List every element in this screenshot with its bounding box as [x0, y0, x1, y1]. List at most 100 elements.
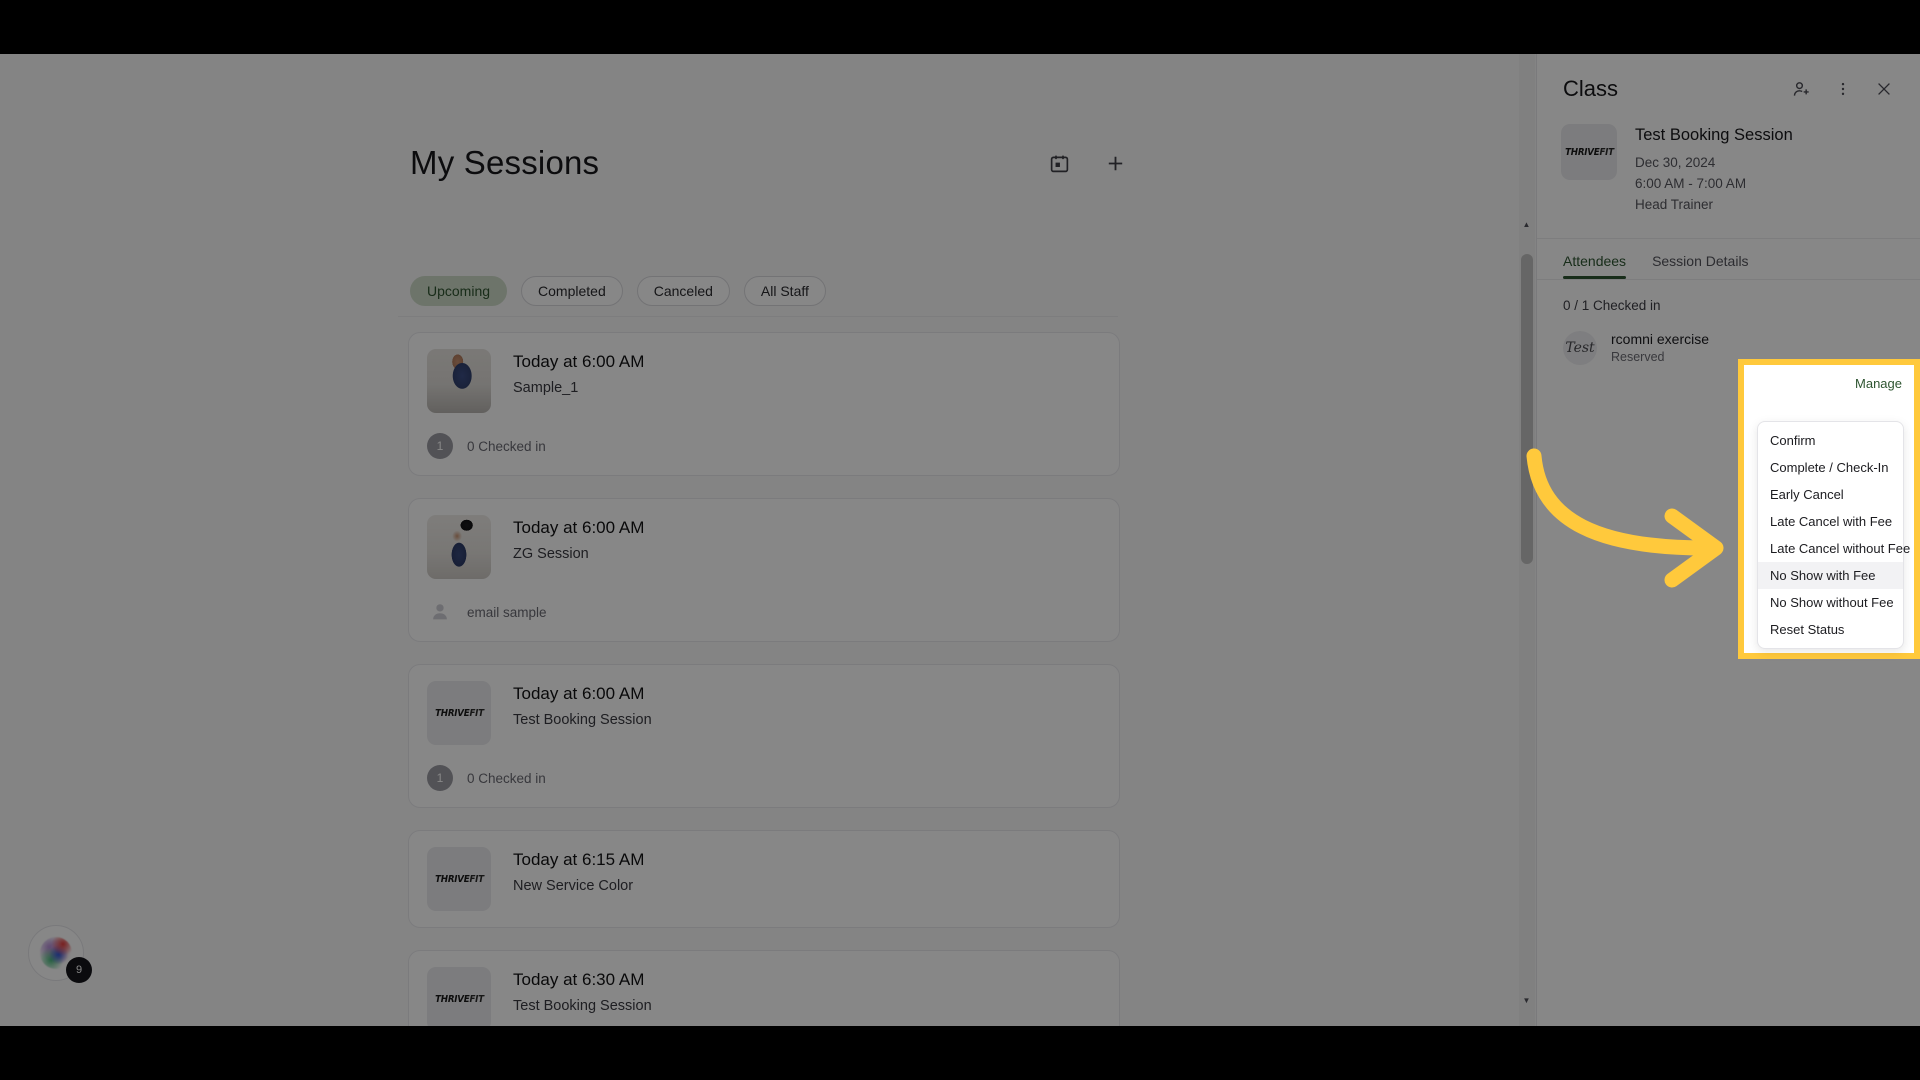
manage-dropdown-menu: Confirm Complete / Check-In Early Cancel La… — [1757, 421, 1910, 649]
panel-session-time: 6:00 AM - 7:00 AM — [1635, 175, 1747, 191]
session-card[interactable]: THRIVEFIT Today at 6:15 AM New Service Col… — [408, 830, 1120, 928]
session-card-footer: 1 0 Checked in — [427, 765, 1101, 791]
session-list: Today at 6:00 AM Sample_1 1 0 Checked in Tod… — [408, 332, 1120, 1026]
session-card-top: THRIVEFIT Today at 6:00 AM Test Booking Se… — [427, 681, 1101, 745]
panel-title: Class — [1563, 76, 1619, 101]
filter-chip-label: Canceled — [653, 283, 713, 299]
tab-session-details[interactable]: Session Details — [1652, 239, 1749, 279]
menu-item-no-show-without-fee[interactable]: No Show without Fee — [1758, 589, 1903, 616]
session-name: Test Booking Session — [513, 712, 652, 728]
attendee-status-badge: Reserved — [1611, 350, 1665, 365]
session-thumbnail: THRIVEFIT — [427, 967, 491, 1026]
session-card-top: THRIVEFIT Today at 6:15 AM New Service Col… — [427, 847, 1101, 911]
menu-item-late-cancel-with-fee[interactable]: Late Cancel with Fee — [1758, 508, 1903, 535]
checked-in-text: 0 Checked in — [467, 438, 546, 454]
more-vertical-icon[interactable] — [1834, 80, 1852, 98]
session-name: Sample_1 — [513, 380, 579, 396]
checked-in-text: 0 Checked in — [467, 770, 546, 786]
brand-logo-icon: THRIVEFIT — [434, 873, 484, 885]
attendee-count-badge: 1 — [427, 433, 453, 459]
page-title: My Sessions — [410, 144, 600, 181]
filter-chip-canceled[interactable]: Canceled — [636, 276, 730, 306]
session-card[interactable]: THRIVEFIT Today at 6:00 AM Test Booking Se… — [408, 664, 1120, 808]
session-name: New Service Color — [513, 878, 634, 894]
session-time: Today at 6:00 AM — [513, 352, 645, 371]
person-icon — [427, 599, 453, 625]
session-card[interactable]: Today at 6:00 AM ZG Session email sample — [408, 498, 1120, 642]
brand-logo-icon: THRIVEFIT — [1564, 146, 1614, 158]
panel-session-trainer: Head Trainer — [1635, 196, 1714, 212]
panel-header: Class — [1537, 54, 1920, 102]
session-thumbnail: THRIVEFIT — [427, 681, 491, 745]
chip-divider — [398, 316, 1118, 317]
add-person-icon[interactable] — [1792, 79, 1812, 99]
attendee-avatar: Test — [1563, 330, 1597, 365]
session-card-footer: 1 0 Checked in — [427, 433, 1101, 459]
tab-attendees[interactable]: Attendees — [1563, 239, 1627, 279]
filter-chip-label: Upcoming — [427, 283, 491, 299]
callout-inner: Manage Confirm Complete / Check-In Early C… — [1744, 365, 1914, 653]
assistant-widget[interactable]: 9 — [28, 925, 92, 983]
filter-chips: Upcoming Completed Canceled All Staff — [410, 276, 826, 306]
highlight-callout: Manage Confirm Complete / Check-In Early C… — [1738, 359, 1920, 659]
manage-link[interactable]: Manage — [1855, 376, 1902, 391]
menu-item-late-cancel-without-fee[interactable]: Late Cancel without Fee — [1758, 535, 1910, 562]
session-card-top: Today at 6:00 AM Sample_1 — [427, 349, 1101, 413]
calendar-icon[interactable] — [1044, 148, 1074, 178]
panel-session-info: Test Booking Session Dec 30, 2024 6:00 A… — [1635, 124, 1793, 216]
panel-session-thumbnail: THRIVEFIT — [1561, 124, 1617, 180]
main-scrollbar[interactable]: ▲ ▼ — [1518, 54, 1535, 1026]
assistant-badge: 9 — [66, 957, 92, 983]
scroll-down-arrow-icon[interactable]: ▼ — [1519, 992, 1535, 1009]
panel-session-title: Test Booking Session — [1635, 126, 1793, 144]
filter-chip-upcoming[interactable]: Upcoming — [410, 276, 508, 306]
filter-chip-label: Completed — [538, 283, 606, 299]
session-card[interactable]: Today at 6:00 AM Sample_1 1 0 Checked in — [408, 332, 1120, 476]
menu-item-confirm[interactable]: Confirm — [1758, 427, 1903, 454]
filter-chip-label: All Staff — [760, 283, 809, 299]
filter-chip-completed[interactable]: Completed — [521, 276, 623, 306]
session-card-meta: Today at 6:00 AM ZG Session — [513, 515, 644, 562]
menu-item-reset-status[interactable]: Reset Status — [1758, 616, 1903, 643]
attendee-count-badge: 1 — [427, 765, 453, 791]
menu-item-early-cancel[interactable]: Early Cancel — [1758, 481, 1903, 508]
attendee-email-label: email sample — [467, 604, 547, 620]
sessions-header: My Sessions — [410, 144, 1130, 182]
sessions-main-area: My Sessions Upcoming Completed Canceled All… — [0, 54, 1536, 1026]
tab-label: Session Details — [1652, 252, 1749, 269]
menu-item-complete-check-in[interactable]: Complete / Check-In — [1758, 454, 1903, 481]
scrollbar-thumb[interactable] — [1520, 254, 1533, 564]
session-card-meta: Today at 6:15 AM New Service Color — [513, 847, 644, 894]
attendee-name: rcomni exercise — [1611, 331, 1710, 348]
brand-logo-icon: THRIVEFIT — [434, 707, 484, 719]
session-card[interactable]: THRIVEFIT Today at 6:30 AM Test Booking Se… — [408, 950, 1120, 1026]
menu-item-no-show-with-fee[interactable]: No Show with Fee — [1758, 562, 1903, 589]
scroll-up-arrow-icon[interactable]: ▲ — [1519, 216, 1535, 233]
session-thumbnail — [427, 515, 491, 579]
panel-session-date: Dec 30, 2024 — [1635, 155, 1716, 170]
session-time: Today at 6:30 AM — [513, 970, 645, 989]
session-thumbnail: THRIVEFIT — [427, 847, 491, 911]
panel-tabs: Attendees Session Details — [1537, 237, 1920, 280]
brand-logo-icon: THRIVEFIT — [434, 993, 484, 1005]
panel-header-actions — [1792, 79, 1894, 99]
attendee-text-block: rcomni exercise Reserved — [1611, 331, 1709, 364]
sessions-header-actions — [1044, 148, 1130, 178]
session-time: Today at 6:00 AM — [513, 518, 645, 537]
session-name: ZG Session — [513, 546, 589, 562]
session-name: Test Booking Session — [513, 998, 652, 1014]
checked-in-summary: 0 / 1 Checked in — [1563, 297, 1661, 313]
session-card-top: THRIVEFIT Today at 6:30 AM Test Booking Se… — [427, 967, 1101, 1026]
filter-chip-all-staff[interactable]: All Staff — [743, 276, 826, 306]
attendee-summary-row: 0 / 1 Checked in — [1537, 280, 1920, 319]
session-card-meta: Today at 6:00 AM Test Booking Session — [513, 681, 652, 728]
session-card-meta: Today at 6:30 AM Test Booking Session — [513, 967, 652, 1014]
session-card-footer: email sample — [427, 599, 1101, 625]
close-icon[interactable] — [1874, 79, 1894, 99]
session-time: Today at 6:00 AM — [513, 684, 645, 703]
session-card-top: Today at 6:00 AM ZG Session — [427, 515, 1101, 579]
add-icon[interactable] — [1100, 148, 1130, 178]
tab-label: Attendees — [1563, 252, 1627, 269]
panel-session-summary: THRIVEFIT Test Booking Session Dec 30, 2… — [1537, 102, 1920, 238]
session-time: Today at 6:15 AM — [513, 850, 645, 869]
